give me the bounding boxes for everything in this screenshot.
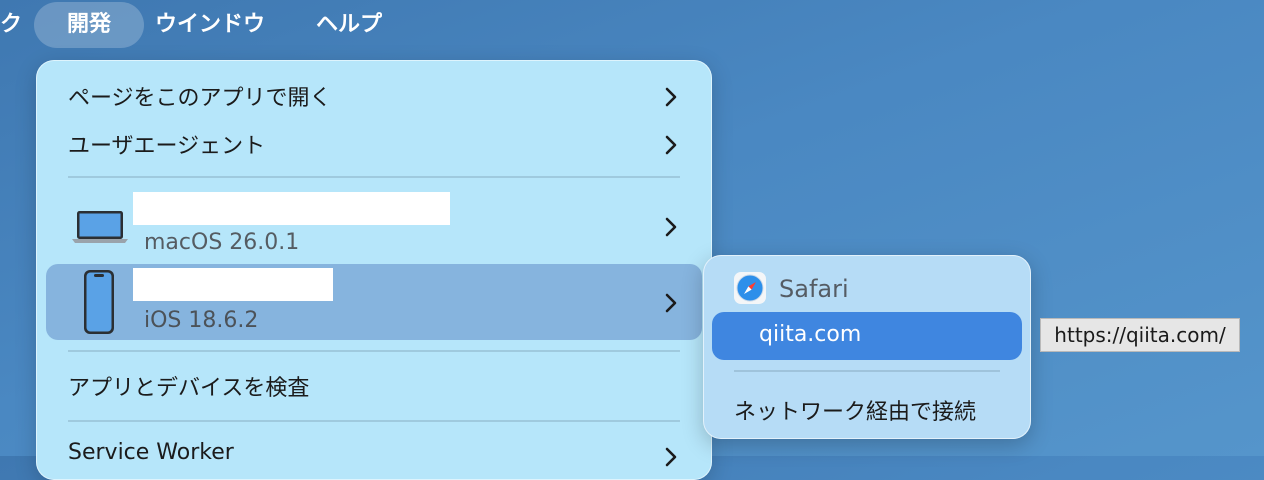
iphone-icon: [84, 270, 114, 334]
menu-item-open-page-with-app[interactable]: ページをこのアプリで開く: [36, 76, 712, 114]
menu-separator: [68, 420, 680, 422]
chevron-right-icon: [665, 217, 677, 237]
menu-bar: ク 開発 ウインドウ ヘルプ: [0, 0, 1264, 48]
submenu-item-connect-via-network[interactable]: ネットワーク経由で接続: [703, 388, 1031, 426]
menu-item-device-mac[interactable]: macOS 26.0.1: [36, 186, 712, 262]
menu-item-user-agent[interactable]: ユーザエージェント: [36, 124, 712, 162]
menubar-item-develop[interactable]: 開発: [34, 2, 144, 48]
submenu-app-name: Safari: [779, 275, 849, 303]
chevron-right-icon: [665, 135, 677, 155]
menubar-item-help[interactable]: ヘルプ: [316, 2, 382, 48]
laptop-icon: [72, 211, 128, 243]
redacted-device-name: [133, 192, 450, 225]
menubar-item-partial[interactable]: ク: [0, 2, 22, 48]
menu-separator: [734, 370, 1000, 372]
menu-item-label: アプリとデバイスを検査: [68, 376, 310, 401]
develop-menu: ページをこのアプリで開く ユーザエージェント macOS 26.0.1 iOS …: [36, 60, 712, 480]
redacted-device-name: [133, 268, 333, 301]
menu-item-service-worker[interactable]: Service Worker: [36, 436, 712, 474]
device-submenu: Safari qiita.com ネットワーク経由で接続: [703, 255, 1031, 439]
chevron-right-icon: [665, 87, 677, 107]
chevron-right-icon: [665, 447, 677, 467]
menu-item-inspect-apps-devices[interactable]: アプリとデバイスを検査: [36, 366, 712, 404]
url-tooltip: https://qiita.com/: [1040, 318, 1240, 352]
submenu-item-label: ネットワーク経由で接続: [734, 400, 977, 425]
menu-item-device-iphone[interactable]: iOS 18.6.2: [36, 264, 712, 340]
menu-item-label: ページをこのアプリで開く: [68, 86, 332, 111]
chevron-right-icon: [665, 293, 677, 313]
menu-separator: [68, 350, 680, 352]
device-os-version: macOS 26.0.1: [144, 230, 300, 255]
menu-separator: [68, 176, 680, 178]
menubar-item-window[interactable]: ウインドウ: [155, 2, 265, 48]
menu-item-label: Service Worker: [68, 440, 234, 465]
submenu-item-label: qiita.com: [759, 322, 862, 347]
submenu-item-qiita[interactable]: qiita.com: [712, 312, 1022, 360]
menu-item-label: ユーザエージェント: [68, 134, 266, 159]
device-os-version: iOS 18.6.2: [144, 308, 259, 333]
safari-icon: [734, 272, 766, 304]
